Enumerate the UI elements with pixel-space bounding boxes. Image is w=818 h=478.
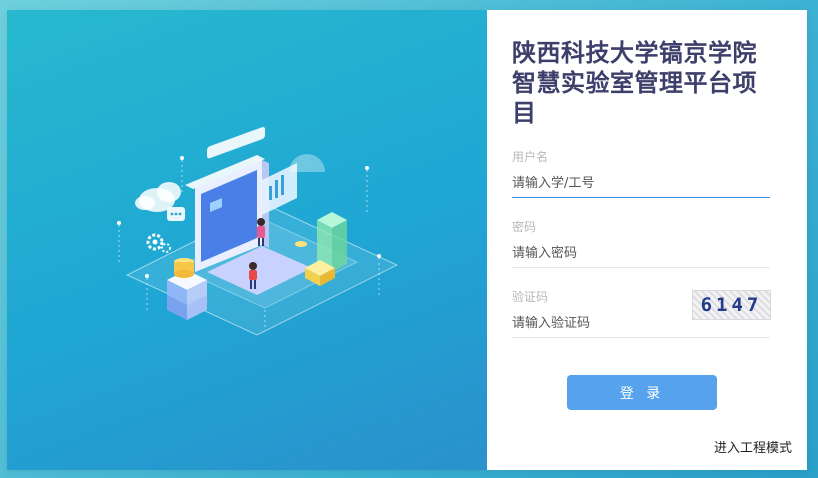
captcha-image[interactable]: 6147 [692,290,771,320]
password-input[interactable] [512,239,770,268]
login-form-panel: 陕西科技大学镐京学院智慧实验室管理平台项目 用户名 密码 验证码 6147 登 … [487,10,807,470]
username-label: 用户名 [512,150,549,164]
engineering-mode-link[interactable]: 进入工程模式 [714,437,792,456]
isometric-lab-illustration [117,126,399,336]
username-input[interactable] [512,169,770,198]
gear-icon [146,233,171,253]
login-card: 陕西科技大学镐京学院智慧实验室管理平台项目 用户名 密码 验证码 6147 登 … [7,10,807,470]
chat-bubble-icon [167,207,185,221]
captcha-label: 验证码 [512,290,549,304]
password-label: 密码 [512,220,537,234]
illustration-panel [7,10,487,470]
page-title: 陕西科技大学镐京学院智慧实验室管理平台项目 [512,39,757,127]
login-button[interactable]: 登 录 [567,375,717,410]
